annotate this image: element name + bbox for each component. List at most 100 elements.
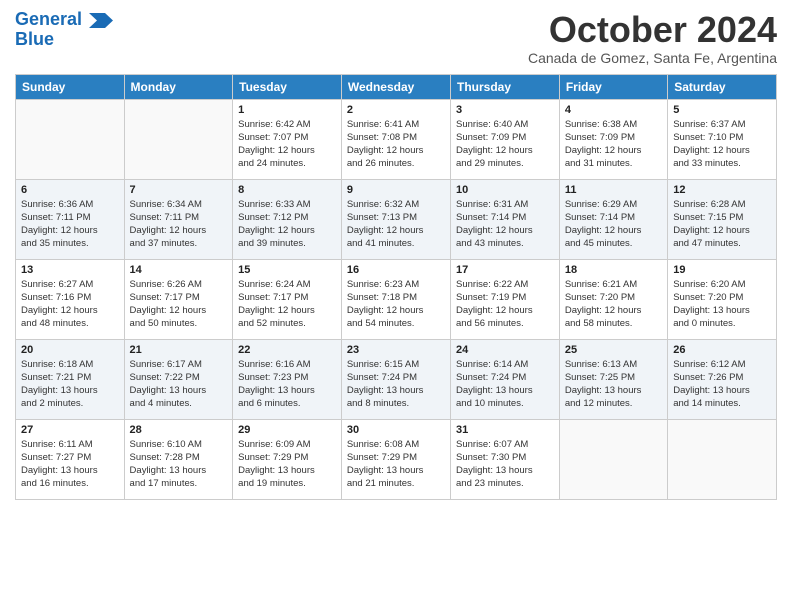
day-detail: Sunrise: 6:16 AM Sunset: 7:23 PM Dayligh… [238,358,336,411]
calendar-cell: 8Sunrise: 6:33 AM Sunset: 7:12 PM Daylig… [233,179,342,259]
day-detail: Sunrise: 6:24 AM Sunset: 7:17 PM Dayligh… [238,278,336,331]
day-detail: Sunrise: 6:17 AM Sunset: 7:22 PM Dayligh… [130,358,228,411]
col-header-wednesday: Wednesday [341,74,450,99]
calendar-cell [559,419,667,499]
calendar-cell: 25 Sunrise: 6:13 AM Sunset: 7:25 PM Dayli… [559,339,667,419]
day-number: 30 [347,424,445,436]
calendar-cell: 23 Sunrise: 6:15 AM Sunset: 7:24 PM Dayli… [341,339,450,419]
calendar-cell: 9Sunrise: 6:32 AM Sunset: 7:13 PM Daylig… [341,179,450,259]
calendar-cell: 31 Sunrise: 6:07 AM Sunset: 7:30 PM Dayli… [451,419,560,499]
day-detail: Sunrise: 6:34 AM Sunset: 7:11 PM Dayligh… [130,198,228,251]
day-number: 6 [21,184,119,196]
day-number: 3 [456,104,554,116]
col-header-tuesday: Tuesday [233,74,342,99]
calendar-week-row: 20 Sunrise: 6:18 AM Sunset: 7:21 PM Dayli… [16,339,777,419]
calendar-cell: 11Sunrise: 6:29 AM Sunset: 7:14 PM Dayli… [559,179,667,259]
calendar-cell [16,99,125,179]
day-number: 15 [238,264,336,276]
calendar-cell: 13 Sunrise: 6:27 AM Sunset: 7:16 PM Dayli… [16,259,125,339]
calendar-cell: 2Sunrise: 6:41 AM Sunset: 7:08 PM Daylig… [341,99,450,179]
day-number: 26 [673,344,771,356]
calendar-week-row: 27 Sunrise: 6:11 AM Sunset: 7:27 PM Dayli… [16,419,777,499]
day-detail: Sunrise: 6:22 AM Sunset: 7:19 PM Dayligh… [456,278,554,331]
day-detail: Sunrise: 6:18 AM Sunset: 7:21 PM Dayligh… [21,358,119,411]
day-detail: Sunrise: 6:21 AM Sunset: 7:20 PM Dayligh… [565,278,662,331]
day-number: 11 [565,184,662,196]
day-number: 10 [456,184,554,196]
day-number: 9 [347,184,445,196]
day-detail: Sunrise: 6:40 AM Sunset: 7:09 PM Dayligh… [456,118,554,171]
calendar-cell: 10 Sunrise: 6:31 AM Sunset: 7:14 PM Dayli… [451,179,560,259]
day-number: 27 [21,424,119,436]
day-number: 19 [673,264,771,276]
logo: General Blue [15,10,113,50]
calendar-table: SundayMondayTuesdayWednesdayThursdayFrid… [15,74,777,500]
calendar-cell: 30 Sunrise: 6:08 AM Sunset: 7:29 PM Dayli… [341,419,450,499]
day-number: 21 [130,344,228,356]
calendar-cell: 5Sunrise: 6:37 AM Sunset: 7:10 PM Daylig… [668,99,777,179]
logo-blue: Blue [15,30,113,50]
calendar-cell: 27 Sunrise: 6:11 AM Sunset: 7:27 PM Dayli… [16,419,125,499]
day-detail: Sunrise: 6:13 AM Sunset: 7:25 PM Dayligh… [565,358,662,411]
calendar-week-row: 13 Sunrise: 6:27 AM Sunset: 7:16 PM Dayli… [16,259,777,339]
day-number: 25 [565,344,662,356]
day-detail: Sunrise: 6:23 AM Sunset: 7:18 PM Dayligh… [347,278,445,331]
day-detail: Sunrise: 6:42 AM Sunset: 7:07 PM Dayligh… [238,118,336,171]
day-detail: Sunrise: 6:08 AM Sunset: 7:29 PM Dayligh… [347,438,445,491]
calendar-cell: 21 Sunrise: 6:17 AM Sunset: 7:22 PM Dayli… [124,339,233,419]
calendar-cell: 6 Sunrise: 6:36 AM Sunset: 7:11 PM Daylig… [16,179,125,259]
calendar-week-row: 6 Sunrise: 6:36 AM Sunset: 7:11 PM Daylig… [16,179,777,259]
day-number: 12 [673,184,771,196]
day-number: 14 [130,264,228,276]
calendar-cell: 17 Sunrise: 6:22 AM Sunset: 7:19 PM Dayli… [451,259,560,339]
day-detail: Sunrise: 6:09 AM Sunset: 7:29 PM Dayligh… [238,438,336,491]
day-detail: Sunrise: 6:33 AM Sunset: 7:12 PM Dayligh… [238,198,336,251]
day-number: 29 [238,424,336,436]
calendar-cell: 1Sunrise: 6:42 AM Sunset: 7:07 PM Daylig… [233,99,342,179]
day-detail: Sunrise: 6:31 AM Sunset: 7:14 PM Dayligh… [456,198,554,251]
day-number: 16 [347,264,445,276]
day-number: 13 [21,264,119,276]
month-title: October 2024 [528,10,777,50]
col-header-monday: Monday [124,74,233,99]
col-header-saturday: Saturday [668,74,777,99]
col-header-thursday: Thursday [451,74,560,99]
calendar-cell: 7 Sunrise: 6:34 AM Sunset: 7:11 PM Daylig… [124,179,233,259]
calendar-body: 1Sunrise: 6:42 AM Sunset: 7:07 PM Daylig… [16,99,777,499]
day-detail: Sunrise: 6:15 AM Sunset: 7:24 PM Dayligh… [347,358,445,411]
calendar-header-row: SundayMondayTuesdayWednesdayThursdayFrid… [16,74,777,99]
calendar-cell: 29 Sunrise: 6:09 AM Sunset: 7:29 PM Dayli… [233,419,342,499]
calendar-cell: 18Sunrise: 6:21 AM Sunset: 7:20 PM Dayli… [559,259,667,339]
calendar-cell [668,419,777,499]
day-detail: Sunrise: 6:36 AM Sunset: 7:11 PM Dayligh… [21,198,119,251]
col-header-friday: Friday [559,74,667,99]
calendar-cell: 16 Sunrise: 6:23 AM Sunset: 7:18 PM Dayli… [341,259,450,339]
calendar-cell: 22 Sunrise: 6:16 AM Sunset: 7:23 PM Dayli… [233,339,342,419]
day-number: 23 [347,344,445,356]
day-detail: Sunrise: 6:26 AM Sunset: 7:17 PM Dayligh… [130,278,228,331]
day-detail: Sunrise: 6:38 AM Sunset: 7:09 PM Dayligh… [565,118,662,171]
calendar-cell: 14 Sunrise: 6:26 AM Sunset: 7:17 PM Dayli… [124,259,233,339]
day-detail: Sunrise: 6:14 AM Sunset: 7:24 PM Dayligh… [456,358,554,411]
day-detail: Sunrise: 6:27 AM Sunset: 7:16 PM Dayligh… [21,278,119,331]
day-number: 2 [347,104,445,116]
day-number: 17 [456,264,554,276]
calendar-cell: 12 Sunrise: 6:28 AM Sunset: 7:15 PM Dayli… [668,179,777,259]
calendar-cell [124,99,233,179]
day-number: 7 [130,184,228,196]
calendar-cell: 3 Sunrise: 6:40 AM Sunset: 7:09 PM Daylig… [451,99,560,179]
day-detail: Sunrise: 6:07 AM Sunset: 7:30 PM Dayligh… [456,438,554,491]
day-number: 20 [21,344,119,356]
day-number: 31 [456,424,554,436]
logo-general: General [15,9,82,29]
day-detail: Sunrise: 6:10 AM Sunset: 7:28 PM Dayligh… [130,438,228,491]
col-header-sunday: Sunday [16,74,125,99]
day-number: 24 [456,344,554,356]
day-detail: Sunrise: 6:28 AM Sunset: 7:15 PM Dayligh… [673,198,771,251]
calendar-cell: 20 Sunrise: 6:18 AM Sunset: 7:21 PM Dayli… [16,339,125,419]
day-detail: Sunrise: 6:11 AM Sunset: 7:27 PM Dayligh… [21,438,119,491]
day-detail: Sunrise: 6:20 AM Sunset: 7:20 PM Dayligh… [673,278,771,331]
calendar-cell: 19 Sunrise: 6:20 AM Sunset: 7:20 PM Dayli… [668,259,777,339]
day-number: 22 [238,344,336,356]
calendar-cell: 26Sunrise: 6:12 AM Sunset: 7:26 PM Dayli… [668,339,777,419]
